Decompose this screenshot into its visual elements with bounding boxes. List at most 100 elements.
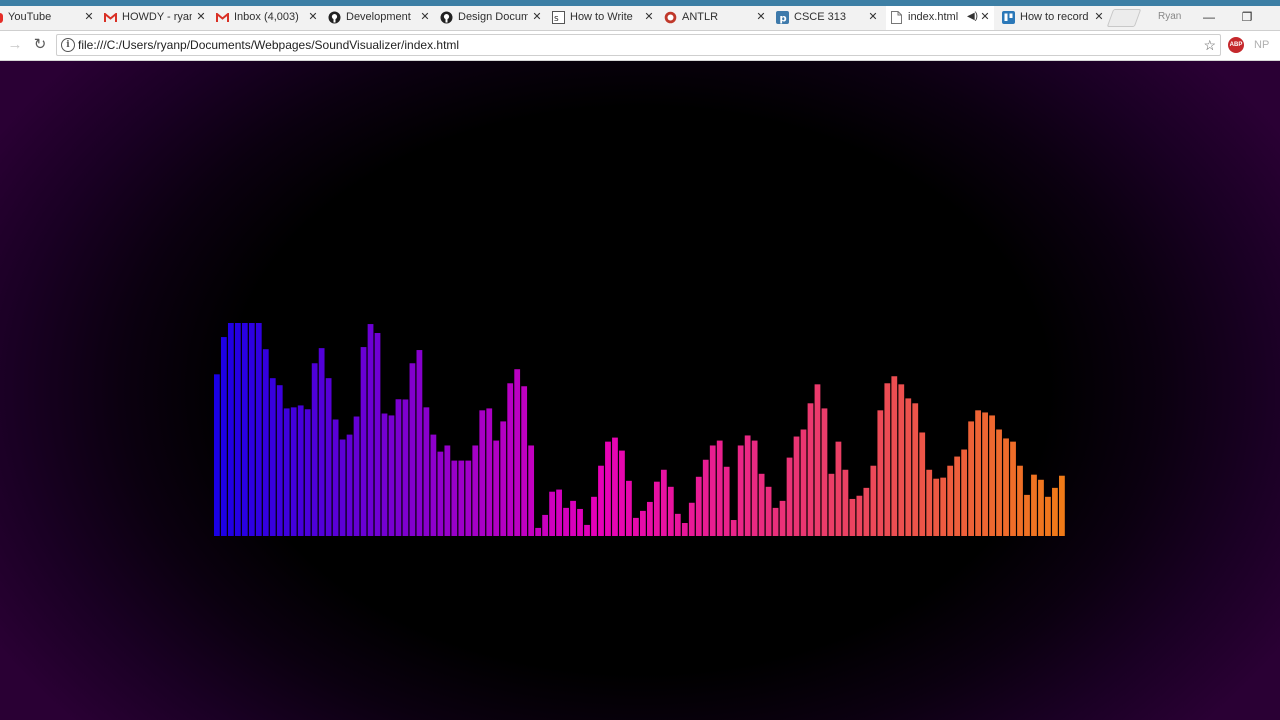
svg-text:s: s xyxy=(554,14,559,24)
visualizer-bar xyxy=(255,323,262,536)
np-extension-icon[interactable]: NP xyxy=(1254,36,1269,54)
forward-arrow-icon[interactable]: → xyxy=(6,36,24,54)
tab-close-icon[interactable]: ✕ xyxy=(83,6,95,28)
restore-button[interactable]: ❐ xyxy=(1232,6,1262,28)
visualizer-bar xyxy=(430,434,437,536)
visualizer-bar xyxy=(800,429,807,536)
tab-index-html[interactable]: index.html ◀) ✕ xyxy=(886,6,994,30)
visualizer-bar xyxy=(227,323,234,536)
visualizer-bar xyxy=(856,495,863,536)
visualizer-bar xyxy=(374,333,381,536)
reload-icon[interactable]: ↻ xyxy=(31,36,49,54)
visualizer-bar xyxy=(402,399,409,536)
info-icon[interactable]: i xyxy=(61,38,75,52)
github-icon xyxy=(440,11,453,24)
visualizer-bar xyxy=(793,436,800,536)
adblock-extension-icon[interactable]: ABP xyxy=(1228,37,1244,53)
tab-howdy[interactable]: HOWDY - ryan ✕ xyxy=(100,6,210,30)
visualizer-bar xyxy=(241,323,248,536)
visualizer-bar xyxy=(730,520,737,536)
visualizer-bar xyxy=(968,421,975,536)
tab-how-to-write[interactable]: s How to Write ✕ xyxy=(548,6,658,30)
url-text[interactable]: file:///C:/Users/ryanp/Documents/Webpage… xyxy=(78,35,459,55)
visualizer-bar xyxy=(982,412,988,536)
new-tab-button[interactable] xyxy=(1106,9,1142,27)
visualizer-bar xyxy=(605,441,611,536)
visualizer-bar xyxy=(500,421,507,536)
visualizer-bar xyxy=(542,514,549,536)
visualizer-bar xyxy=(849,498,856,536)
sound-visualizer xyxy=(214,323,1065,537)
visualizer-bar xyxy=(898,384,905,536)
visualizer-bar xyxy=(814,384,821,536)
visualizer-bar xyxy=(297,405,304,536)
visualizer-bar xyxy=(646,501,653,536)
svg-text:p: p xyxy=(780,14,787,25)
tab-close-icon[interactable]: ✕ xyxy=(531,6,543,28)
tab-label: Development xyxy=(346,11,411,23)
visualizer-bar xyxy=(779,500,786,537)
visualizer-bar xyxy=(723,466,730,536)
tab-development[interactable]: Development ✕ xyxy=(324,6,434,30)
visualizer-bar xyxy=(332,419,339,536)
visualizer-bar xyxy=(1059,475,1065,536)
bookmark-star-icon[interactable]: ☆ xyxy=(1203,35,1216,55)
tab-close-icon[interactable]: ✕ xyxy=(755,6,767,28)
visualizer-bar xyxy=(458,460,465,536)
visualizer-bar xyxy=(220,337,227,536)
address-bar[interactable]: i file:///C:/Users/ryanp/Documents/Webpa… xyxy=(56,34,1221,56)
profile-name[interactable]: Ryan xyxy=(1158,6,1181,28)
visualizer-bar xyxy=(1003,438,1009,536)
visualizer-bar xyxy=(940,477,947,536)
tab-close-icon[interactable]: ✕ xyxy=(1093,6,1105,28)
visualizer-bar xyxy=(1031,474,1037,536)
tab-close-icon[interactable]: ✕ xyxy=(307,6,319,28)
tab-close-icon[interactable]: ✕ xyxy=(195,6,207,28)
tab-label: ANTLR xyxy=(682,11,719,23)
visualizer-bar xyxy=(367,324,374,536)
visualizer-bar xyxy=(828,473,835,536)
tab-label: Design Docum xyxy=(458,11,528,23)
visualizer-bar xyxy=(640,510,646,536)
visualizer-bar xyxy=(863,487,870,536)
tab-close-icon[interactable]: ✕ xyxy=(643,6,655,28)
tab-close-icon[interactable]: ✕ xyxy=(867,6,879,28)
visualizer-bar xyxy=(751,440,758,536)
visualizer-bar xyxy=(346,434,353,536)
visualizer-bar xyxy=(353,416,360,536)
visualizer-bar xyxy=(234,323,241,536)
visualizer-bar xyxy=(444,445,451,536)
tab-inbox[interactable]: Inbox (4,003) ✕ xyxy=(212,6,322,30)
visualizer-bar xyxy=(877,410,884,536)
tab-label: CSCE 313 xyxy=(794,11,846,23)
gmail-icon xyxy=(216,11,229,24)
tab-close-icon[interactable]: ✕ xyxy=(979,6,991,28)
visualizer-bar xyxy=(821,408,828,536)
tab-youtube[interactable]: YouTube ✕ xyxy=(0,6,98,30)
visualizer-bar xyxy=(591,496,597,536)
visualizer-bar xyxy=(416,350,423,536)
visualizer-bar xyxy=(514,369,521,536)
visualizer-bar xyxy=(612,437,618,536)
tab-close-icon[interactable]: ✕ xyxy=(419,6,431,28)
tab-csce-313[interactable]: p CSCE 313 ✕ xyxy=(772,6,882,30)
visualizer-bar xyxy=(912,403,919,536)
audio-playing-icon[interactable]: ◀) xyxy=(967,6,978,28)
visualizer-bar xyxy=(1017,465,1023,536)
visualizer-bar xyxy=(1010,441,1016,536)
visualizer-bar xyxy=(549,491,555,536)
visualizer-bar xyxy=(570,500,576,537)
visualizer-bar xyxy=(339,439,346,536)
visualizer-bar xyxy=(563,507,569,536)
tab-how-to-record[interactable]: How to record ✕ xyxy=(998,6,1108,30)
visualizer-bar xyxy=(835,441,842,536)
tab-label: HOWDY - ryan xyxy=(122,11,192,23)
minimize-button[interactable]: — xyxy=(1194,6,1224,28)
tab-design-docs[interactable]: Design Docum ✕ xyxy=(436,6,546,30)
tab-antlr[interactable]: ANTLR ✕ xyxy=(660,6,770,30)
visualizer-bar xyxy=(214,374,220,536)
visualizer-bar xyxy=(653,481,660,536)
visualizer-bar xyxy=(975,410,981,536)
visualizer-bar xyxy=(304,409,311,536)
page-viewport xyxy=(0,61,1280,720)
